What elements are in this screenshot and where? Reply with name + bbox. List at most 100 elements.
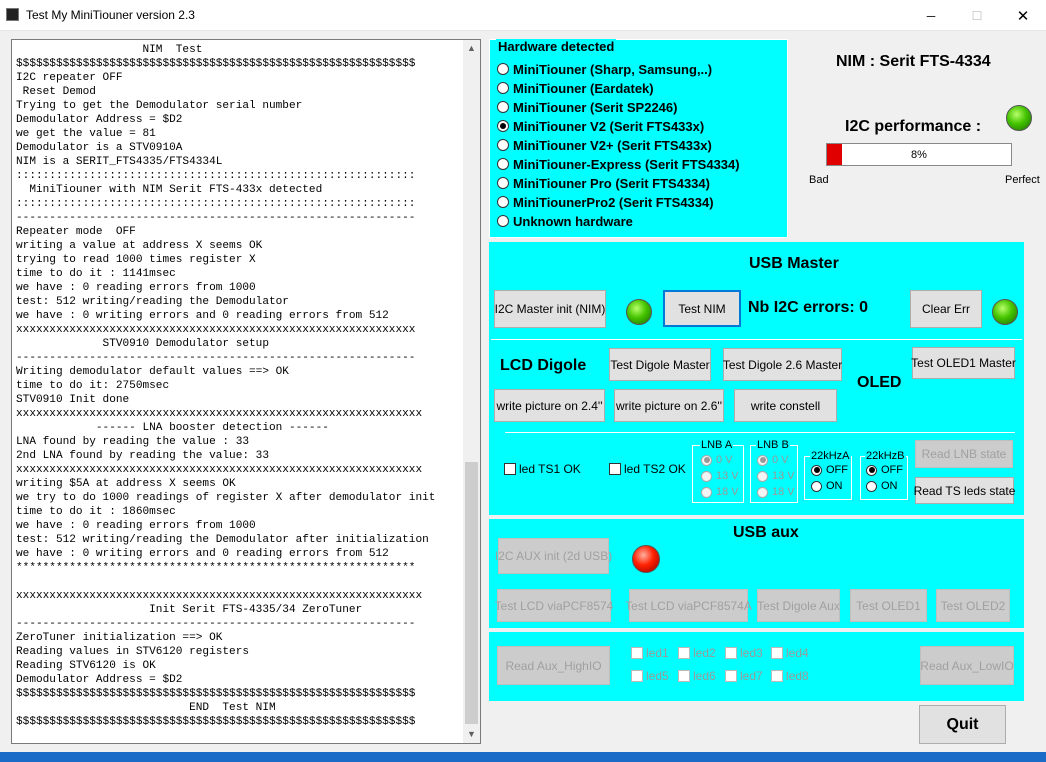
hardware-option-radio[interactable]: MiniTiouner V2 (Serit FTS433x): [497, 117, 704, 135]
log-line: ****************************************…: [16, 562, 416, 574]
window-title: Test My MiniTiouner version 2.3: [26, 8, 195, 22]
nb-i2c-errors-label: Nb I2C errors: 0: [748, 299, 869, 316]
log-line: writing a value at address X seems OK: [16, 240, 263, 252]
lnb-a-title: LNB A: [700, 439, 734, 451]
test-nim-button[interactable]: Test NIM: [663, 290, 741, 327]
lnb-a-option-label: 18 V: [716, 486, 739, 498]
log-line: we get the value = 81: [16, 128, 156, 140]
led-ts1-checkbox[interactable]: led TS1 OK: [504, 462, 581, 476]
i2c-master-init-button[interactable]: I2C Master init (NIM): [494, 290, 606, 328]
log-line: Trying to get the Demodulator serial num…: [16, 100, 303, 112]
scroll-thumb[interactable]: [465, 462, 478, 724]
lnb-b-option-label: 13 V: [772, 470, 795, 482]
radio-circle-icon[interactable]: [497, 196, 509, 208]
22khz-a-on-radio[interactable]: ON: [811, 480, 843, 492]
led-ts2-label: led TS2 OK: [624, 462, 686, 476]
test-digole-master-button[interactable]: Test Digole Master: [609, 348, 711, 381]
aux-led4-checkbox: led4: [771, 646, 809, 660]
log-line: we try to do 1000 readings of register X…: [16, 492, 436, 504]
hardware-option-radio[interactable]: MiniTiouner (Sharp, Samsung,..): [497, 60, 712, 78]
log-line: trying to read 1000 times register X: [16, 254, 256, 266]
lnb-b-option-label: 18 V: [772, 486, 795, 498]
test-oled1-master-button[interactable]: Test OLED1 Master: [911, 347, 1016, 379]
hardware-option-radio[interactable]: Unknown hardware: [497, 212, 633, 230]
errors-led-icon: [992, 299, 1018, 325]
aux-led-label: led8: [786, 669, 809, 683]
nim-label: NIM : Serit FTS-4334: [836, 53, 991, 70]
led-ts2-checkbox[interactable]: led TS2 OK: [609, 462, 686, 476]
lnb-b-option-radio: 13 V: [757, 470, 795, 482]
read-lnb-state-button: Read LNB state: [915, 440, 1013, 468]
aux-led-label: led6: [693, 669, 716, 683]
minimize-button[interactable]: ─: [908, 0, 954, 31]
checkbox-box: [771, 647, 783, 659]
radio-circle-icon[interactable]: [497, 158, 509, 170]
radio-circle-icon[interactable]: [497, 215, 509, 227]
aux-led6-checkbox: led6: [678, 669, 716, 683]
log-line: STV0910 Demodulator setup: [16, 338, 269, 350]
radio-circle-icon[interactable]: [497, 120, 509, 132]
lnb-a-option-label: 0 V: [716, 454, 733, 466]
radio-circle-icon[interactable]: [497, 63, 509, 75]
read-aux-highio-button: Read Aux_HighIO: [497, 646, 610, 685]
log-line: xxxxxxxxxxxxxxxxxxxxxxxxxxxxxxxxxxxxxxxx…: [16, 324, 416, 336]
checkbox-box: [678, 647, 690, 659]
radio-circle-icon[interactable]: [497, 139, 509, 151]
22khz-b-on-radio[interactable]: ON: [866, 480, 898, 492]
log-line: END Test NIM: [16, 702, 276, 714]
hardware-option-label: MiniTiouner (Serit SP2246): [513, 99, 678, 115]
scroll-down-arrow-icon[interactable]: ▼: [463, 726, 480, 743]
hardware-option-label: MiniTiouner-Express (Serit FTS4334): [513, 156, 740, 172]
aux-status-led-icon: [632, 545, 660, 573]
log-line: ----------------------------------------…: [16, 618, 416, 630]
log-line: ----------------------------------------…: [16, 352, 416, 364]
write-picture-26-button[interactable]: write picture on 2.6'': [614, 389, 724, 422]
hardware-option-label: MiniTiouner (Sharp, Samsung,..): [513, 61, 713, 77]
22khz-a-off-radio[interactable]: OFF: [811, 464, 848, 476]
log-scrollbar[interactable]: ▲ ▼: [463, 40, 480, 743]
aux-led7-checkbox: led7: [725, 669, 763, 683]
oled-label: OLED: [857, 374, 902, 391]
aux-led3-checkbox: led3: [725, 646, 763, 660]
checkbox-box[interactable]: [504, 463, 516, 475]
hardware-option-radio[interactable]: MiniTiouner (Serit SP2246): [497, 98, 677, 116]
read-ts-leds-state-button[interactable]: Read TS leds state: [914, 477, 1015, 504]
write-constell-button[interactable]: write constell: [734, 389, 837, 422]
log-line: ------ LNA booster detection ------: [16, 422, 329, 434]
log-textarea[interactable]: NIM Test $$$$$$$$$$$$$$$$$$$$$$$$$$$$$$$$…: [11, 39, 481, 744]
checkbox-box[interactable]: [609, 463, 621, 475]
22khz-b-off-radio[interactable]: OFF: [866, 464, 903, 476]
aux-led2-checkbox: led2: [678, 646, 716, 660]
hardware-option-radio[interactable]: MiniTiouner (Eardatek): [497, 79, 654, 97]
aux-led-label: led7: [740, 669, 763, 683]
log-line: test: 512 writing/reading the Demodulato…: [16, 296, 289, 308]
radio-circle-icon[interactable]: [497, 101, 509, 113]
log-line: ZeroTuner initialization ==> OK: [16, 632, 223, 644]
i2c-performance-value: 8%: [911, 149, 927, 161]
lnb-a-option-label: 13 V: [716, 470, 739, 482]
radio-circle-icon[interactable]: [497, 82, 509, 94]
radio-circle-icon[interactable]: [497, 177, 509, 189]
read-aux-lowio-button: Read Aux_LowIO: [920, 646, 1014, 685]
22khz-a-on-label: ON: [826, 480, 843, 492]
radio-circle-icon: [757, 454, 768, 466]
i2c-aux-init-button: I2C AUX init (2d USB): [495, 538, 612, 574]
hardware-option-radio[interactable]: MiniTiouner-Express (Serit FTS4334): [497, 155, 740, 173]
write-picture-24-button[interactable]: write picture on 2.4'': [494, 389, 605, 422]
test-digole-26-master-button[interactable]: Test Digole 2.6 Master: [723, 348, 842, 381]
log-text: NIM Test $$$$$$$$$$$$$$$$$$$$$$$$$$$$$$$$…: [16, 43, 456, 729]
hardware-option-radio[interactable]: MiniTiounerPro2 (Serit FTS4334): [497, 193, 714, 211]
hardware-option-radio[interactable]: MiniTiouner Pro (Serit FTS4334): [497, 174, 710, 192]
clear-err-button[interactable]: Clear Err: [910, 290, 982, 328]
hardware-option-label: MiniTiounerPro2 (Serit FTS4334): [513, 194, 714, 210]
close-button[interactable]: ✕: [1000, 0, 1046, 31]
quit-button[interactable]: Quit: [919, 705, 1006, 744]
log-line: we have : 0 writing errors and 0 reading…: [16, 310, 389, 322]
led-ts1-label: led TS1 OK: [519, 462, 581, 476]
scroll-up-arrow-icon[interactable]: ▲: [463, 40, 480, 57]
hardware-option-radio[interactable]: MiniTiouner V2+ (Serit FTS433x): [497, 136, 712, 154]
aux-led8-checkbox: led8: [771, 669, 809, 683]
lcd-digole-label: LCD Digole: [500, 357, 587, 374]
hardware-option-label: MiniTiouner V2 (Serit FTS433x): [513, 118, 705, 134]
log-line: Demodulator is a STV0910A: [16, 142, 183, 154]
